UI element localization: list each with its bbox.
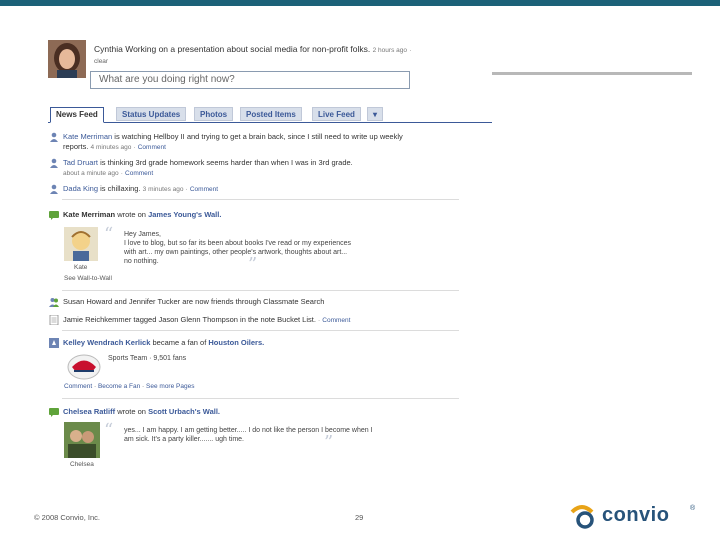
see-wall-link[interactable]: See Wall-to-Wall [64,275,112,282]
tab-live-feed[interactable]: Live Feed [312,107,361,121]
wall-author[interactable]: Kate Merriman [63,210,115,219]
friends-icon [49,298,59,307]
feed-meta: 4 minutes ago [90,144,132,151]
tab-posted-items[interactable]: Posted Items [240,107,302,121]
open-quote-icon: “ [104,224,114,245]
wall-verb: wrote on [117,210,146,219]
feed-name[interactable]: Kate Merriman [63,132,112,141]
feed-name[interactable]: Dada King [63,184,98,193]
wall-target[interactable]: James Young's Wall. [148,210,221,219]
divider [62,330,459,331]
wall-target[interactable]: Scott Urbach's Wall. [148,407,220,416]
fan-name[interactable]: Kelley Wendrach Kerlick [63,338,150,347]
comment-link[interactable]: Comment [138,144,166,151]
logo-text: convio [602,504,670,526]
status-time: 2 hours ago [372,47,407,54]
divider [62,199,459,200]
feed-text: is chillaxing. [100,184,141,193]
feed-text: is thinking 3rd grade homework seems har… [100,158,353,167]
tabs-more-dropdown[interactable]: ▾ [367,107,384,121]
user-avatar[interactable] [48,40,86,78]
feed-text: Jamie Reichkemmer tagged Jason Glenn Tho… [63,315,316,324]
divider [62,398,459,399]
see-more-pages-link[interactable]: See more Pages [146,383,194,390]
wall-quote: Hey James, I love to blog, but so far it… [124,230,354,266]
comment-link[interactable]: Comment [190,186,218,193]
photo-caption: Kate [74,264,88,271]
feed-tabs: News Feed Status Updates Photos Posted I… [48,106,492,123]
tab-news-feed[interactable]: News Feed [50,107,104,123]
divider [62,290,459,291]
wall-verb: wrote on [117,407,146,416]
wall-post-icon [49,211,59,220]
feed-text: Susan Howard and Jennifer Tucker are now… [63,297,325,306]
close-quote-icon: ” [248,254,258,275]
person-icon [50,158,58,168]
fan-info: Sports Team · 9,501 fans [108,355,187,362]
chelsea-photo[interactable] [64,422,100,458]
page-number: 29 [355,513,364,522]
logo-registered: ® [690,505,696,512]
slide-top-bar [0,0,720,6]
wall-post-icon [49,408,59,417]
open-quote-icon: “ [104,420,114,441]
photo-caption: Chelsea [70,461,94,468]
divider [492,72,692,75]
convio-logo: convio ® [570,502,700,532]
person-icon [50,132,58,142]
feed-meta: 3 minutes ago [142,186,184,193]
comment-link[interactable]: Comment [322,317,350,324]
wall-quote-text: I love to blog, but so far its been abou… [124,240,352,265]
status-text: Working on a presentation about social m… [125,44,371,54]
wall-greeting: Hey James, [124,231,161,238]
comment-link[interactable]: Comment [64,383,92,390]
convio-swoosh-icon [570,505,594,529]
fan-verb: became a fan of [152,338,207,347]
sport-category: Sports Team [108,355,148,362]
tab-status-updates[interactable]: Status Updates [116,107,187,121]
close-quote-icon: ” [324,432,334,453]
comment-link[interactable]: Comment [125,170,153,177]
note-icon [49,315,59,325]
fan-page-icon [49,338,59,348]
become-fan-link[interactable]: Become a Fan [98,383,140,390]
status-input[interactable]: What are you doing right now? [90,71,410,89]
kate-photo[interactable] [64,227,98,261]
tab-photos[interactable]: Photos [194,107,234,121]
person-icon [50,184,58,194]
oilers-logo[interactable] [66,352,102,382]
clear-link[interactable]: clear [94,58,108,65]
wall-author[interactable]: Chelsea Ratliff [63,407,115,416]
status-user[interactable]: Cynthia [94,44,123,54]
fan-actions: Comment · Become a Fan · See more Pages [64,383,195,390]
fan-count: 9,501 fans [153,355,187,362]
fan-target[interactable]: Houston Oilers. [208,338,264,347]
copyright: © 2008 Convio, Inc. [34,513,100,522]
feed-name[interactable]: Tad Druart [63,158,98,167]
status-line: Cynthia Working on a presentation about … [94,44,412,54]
wall-quote-text: yes... I am happy. I am getting better..… [124,427,373,443]
feed-meta: about a minute ago [63,170,119,177]
